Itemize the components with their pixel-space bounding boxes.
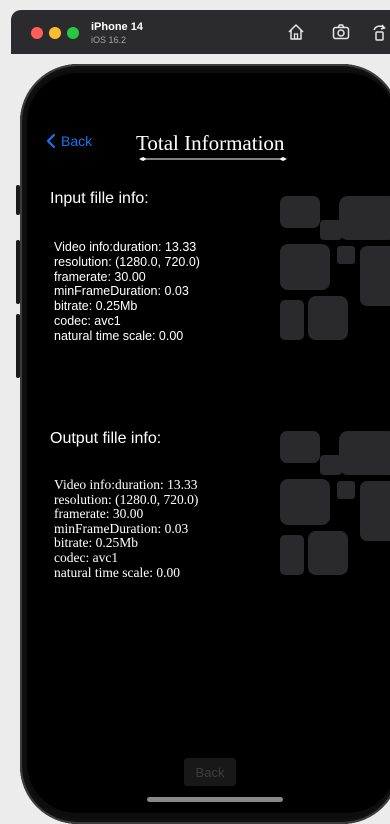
- info-line: framerate: 30.00: [54, 269, 146, 284]
- home-icon[interactable]: [286, 22, 306, 42]
- output-info-list: Video info:duration: 13.33 resolution: (…: [54, 477, 199, 580]
- device-name: iPhone 14: [91, 21, 143, 33]
- nav-back-label: Back: [61, 133, 93, 149]
- info-line: natural time scale: 0.00: [54, 564, 180, 580]
- info-line: resolution: (1280.0, 720.0): [54, 491, 199, 507]
- info-line: framerate: 30.00: [54, 506, 144, 522]
- info-line: minFrameDuration: 0.03: [54, 520, 189, 536]
- input-section-title: Input fille info:: [50, 190, 149, 207]
- info-line: codec: avc1: [54, 549, 119, 565]
- info-line: natural time scale: 0.00: [54, 328, 184, 343]
- info-line: Video info:duration: 13.33: [54, 240, 197, 254]
- os-version: iOS 16.2: [91, 35, 127, 45]
- background-squares-decoration: [280, 196, 390, 340]
- info-line: bitrate: 0.25Mb: [54, 299, 138, 314]
- device-screen: Back Total Information Input fille info:…: [27, 73, 390, 813]
- volume-down-button: [16, 314, 20, 378]
- info-line: minFrameDuration: 0.03: [54, 284, 189, 299]
- screenshot-icon[interactable]: [331, 22, 351, 42]
- mute-switch: [16, 185, 20, 215]
- info-line: Video info:duration: 13.33: [54, 477, 198, 492]
- info-line: codec: avc1: [54, 313, 121, 328]
- bottom-back-button[interactable]: Back: [184, 758, 236, 786]
- home-indicator[interactable]: [147, 797, 283, 802]
- output-section-title: Output fille info:: [50, 430, 162, 447]
- chevron-left-icon: [46, 133, 56, 149]
- close-window-button[interactable]: [31, 27, 43, 39]
- volume-up-button: [16, 240, 20, 304]
- info-line: bitrate: 0.25Mb: [54, 535, 138, 551]
- minimize-window-button[interactable]: [49, 27, 61, 39]
- title-underline-ornament: [139, 157, 287, 161]
- nav-back-button[interactable]: Back: [45, 133, 92, 149]
- info-line: resolution: (1280.0, 720.0): [54, 254, 200, 269]
- rotate-icon[interactable]: [369, 22, 389, 42]
- page-title: Total Information: [136, 131, 285, 155]
- background-squares-decoration: [280, 431, 390, 575]
- zoom-window-button[interactable]: [67, 27, 79, 39]
- simulator-title-bar: iPhone 14 iOS 16.2: [11, 10, 390, 54]
- input-info-list: Video info:duration: 13.33 resolution: (…: [54, 240, 200, 344]
